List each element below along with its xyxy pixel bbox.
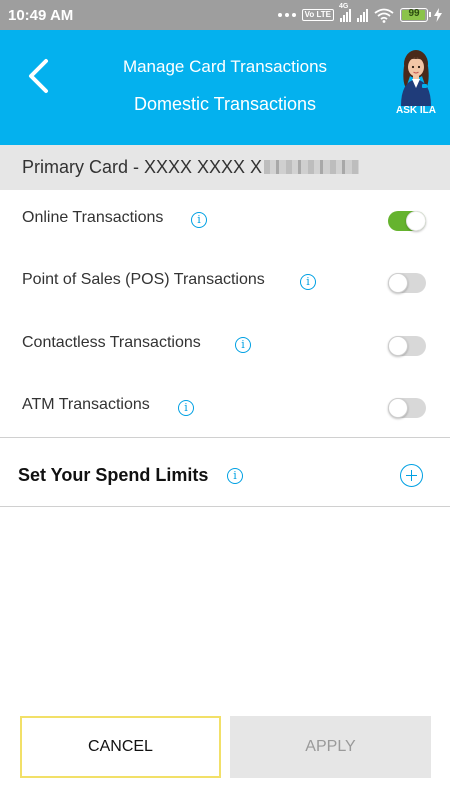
row-online-transactions: Online Transactions i bbox=[0, 200, 450, 240]
app-header: Manage Card Transactions Domestic Transa… bbox=[0, 30, 450, 145]
status-time: 10:49 AM bbox=[8, 7, 74, 24]
page-title: Manage Card Transactions bbox=[122, 57, 328, 76]
divider bbox=[0, 437, 450, 438]
row-contactless-transactions: Contactless Transactions i bbox=[0, 325, 450, 365]
contactless-transactions-toggle[interactable] bbox=[388, 336, 426, 356]
battery-percent: 99 bbox=[408, 8, 420, 19]
ask-ila-label: ASK ILA bbox=[396, 105, 436, 116]
info-icon[interactable]: i bbox=[178, 400, 194, 416]
info-icon[interactable]: i bbox=[227, 468, 243, 484]
info-icon[interactable]: i bbox=[300, 274, 316, 290]
status-icons: Vo LTE 4G 99 bbox=[277, 3, 442, 24]
toggle-knob bbox=[388, 336, 408, 356]
volte-icon: Vo LTE bbox=[301, 9, 334, 21]
spend-limits-row[interactable]: Set Your Spend Limits i bbox=[0, 452, 450, 502]
apply-button[interactable]: APPLY bbox=[230, 716, 431, 778]
online-transactions-toggle[interactable] bbox=[388, 211, 426, 231]
add-spend-limit-button[interactable] bbox=[400, 464, 423, 487]
contactless-transactions-label: Contactless Transactions bbox=[22, 334, 201, 351]
info-icon[interactable]: i bbox=[191, 212, 207, 228]
page-subtitle: Domestic Transactions bbox=[133, 94, 317, 114]
card-banner: Primary Card - XXXX XXXX X bbox=[0, 145, 450, 190]
info-icon[interactable]: i bbox=[235, 337, 251, 353]
row-atm-transactions: ATM Transactions i bbox=[0, 387, 450, 427]
signal-icon: 4G bbox=[339, 3, 351, 22]
toggle-knob bbox=[388, 398, 408, 418]
spend-limits-label: Set Your Spend Limits bbox=[18, 465, 209, 485]
divider bbox=[0, 506, 450, 507]
notification-dots-icon bbox=[277, 13, 296, 17]
pos-transactions-label: Point of Sales (POS) Transactions bbox=[22, 271, 265, 288]
masked-card-digits bbox=[264, 160, 360, 174]
status-bar: 10:49 AM Vo LTE 4G 99 bbox=[0, 0, 450, 30]
battery-icon: 99 bbox=[400, 8, 431, 22]
cancel-button[interactable]: CANCEL bbox=[20, 716, 221, 778]
toggle-knob bbox=[388, 273, 408, 293]
charging-icon bbox=[434, 8, 442, 22]
ask-ila-button[interactable]: ASK ILA bbox=[394, 48, 438, 120]
card-number-text: Primary Card - XXXX XXXX X bbox=[22, 157, 263, 177]
assistant-avatar-icon bbox=[401, 50, 431, 106]
row-pos-transactions: Point of Sales (POS) Transactions i bbox=[0, 262, 450, 302]
atm-transactions-label: ATM Transactions bbox=[22, 396, 150, 413]
atm-transactions-toggle[interactable] bbox=[388, 398, 426, 418]
wifi-icon bbox=[374, 8, 394, 23]
pos-transactions-toggle[interactable] bbox=[388, 273, 426, 293]
signal-icon bbox=[357, 8, 368, 22]
card-number-label: Primary Card - XXXX XXXX X bbox=[22, 157, 360, 178]
toggle-knob bbox=[406, 211, 426, 231]
network-tag: 4G bbox=[339, 2, 349, 10]
online-transactions-label: Online Transactions bbox=[22, 209, 164, 226]
